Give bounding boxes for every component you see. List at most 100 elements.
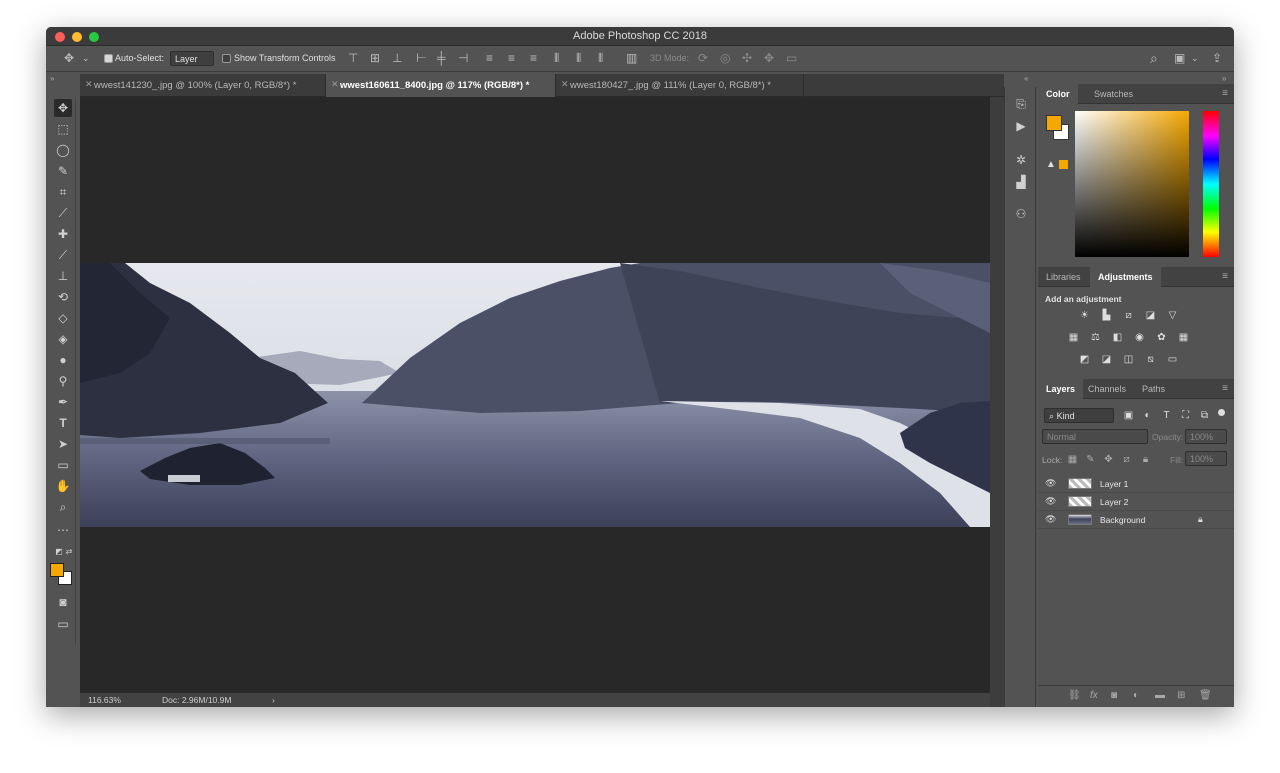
filter-type-icon[interactable]: T: [1160, 409, 1173, 422]
zoom-tool-icon[interactable]: ⌕: [54, 498, 72, 516]
new-group-icon[interactable]: ▬: [1155, 690, 1165, 701]
distribute-vertical-center-icon[interactable]: ≡: [508, 50, 515, 66]
link-layers-icon[interactable]: ⛓: [1068, 690, 1081, 701]
distribute-right-icon[interactable]: ⦀: [598, 50, 603, 66]
canvas-area[interactable]: [80, 97, 990, 694]
foreground-color-chip[interactable]: [1046, 115, 1062, 131]
brush-tool-icon[interactable]: ⟋: [54, 246, 72, 264]
lasso-tool-icon[interactable]: ◯: [54, 141, 72, 159]
gradient-map-icon[interactable]: ▭: [1166, 353, 1179, 366]
brightness-contrast-icon[interactable]: ☀: [1078, 309, 1091, 322]
lock-transparency-icon[interactable]: ▦: [1066, 453, 1079, 466]
blur-tool-icon[interactable]: ●: [54, 351, 72, 369]
more-tools-icon[interactable]: ⋯: [54, 521, 72, 539]
layers-panel-menu-icon[interactable]: ≡: [1222, 383, 1228, 394]
align-top-icon[interactable]: ⊤: [348, 50, 358, 66]
brushes-panel-icon[interactable]: ▟: [1012, 173, 1030, 191]
selective-color-icon[interactable]: ⧅: [1144, 353, 1157, 366]
collapse-panels-icon[interactable]: »: [1222, 74, 1226, 83]
align-right-icon[interactable]: ⊣: [458, 50, 468, 66]
layer-name[interactable]: Layer 1: [1100, 479, 1128, 489]
add-mask-icon[interactable]: ◙: [1111, 690, 1117, 701]
status-menu-arrow-icon[interactable]: ›: [272, 695, 275, 705]
visibility-eye-icon[interactable]: 👁︎: [1045, 496, 1056, 507]
distribute-bottom-icon[interactable]: ≡: [530, 50, 537, 66]
tab-libraries[interactable]: Libraries: [1038, 267, 1089, 287]
layer-filter-dropdown[interactable]: ⌕ Kind: [1044, 408, 1114, 423]
layer-row-layer-2[interactable]: 👁︎ Layer 2: [1038, 493, 1234, 511]
tab-wwest180427[interactable]: ✕ wwest180427_.jpg @ 111% (Layer 0, RGB/…: [556, 74, 804, 97]
type-tool-icon[interactable]: T: [54, 414, 72, 432]
eyedropper-tool-icon[interactable]: ⟋: [54, 204, 72, 222]
history-brush-tool-icon[interactable]: ⟲: [54, 288, 72, 306]
new-adjustment-layer-icon[interactable]: ◐: [1133, 690, 1139, 701]
curves-icon[interactable]: ⧄: [1122, 309, 1135, 322]
3d-slide-icon[interactable]: ✥: [764, 50, 774, 66]
marquee-tool-icon[interactable]: ⬚: [54, 120, 72, 138]
align-vertical-center-icon[interactable]: ⊞: [370, 50, 380, 66]
layer-style-icon[interactable]: fx: [1090, 690, 1098, 701]
crop-tool-icon[interactable]: ⌗: [54, 183, 72, 201]
document-size[interactable]: Doc: 2.96M/10.9M: [162, 695, 231, 705]
3d-scale-icon[interactable]: ▭: [786, 50, 797, 66]
share-icon[interactable]: ⇪: [1212, 50, 1222, 66]
3d-orbit-icon[interactable]: ⟳: [698, 50, 708, 66]
filter-shape-icon[interactable]: ⛶: [1179, 409, 1192, 422]
rectangle-tool-icon[interactable]: ▭: [54, 456, 72, 474]
healing-brush-tool-icon[interactable]: ✚: [54, 225, 72, 243]
tab-adjustments[interactable]: Adjustments: [1090, 267, 1161, 287]
posterize-icon[interactable]: ◪: [1100, 353, 1113, 366]
filter-pixel-icon[interactable]: ▣: [1122, 409, 1135, 422]
tab-wwest141230[interactable]: ✕ wwest141230_.jpg @ 100% (Layer 0, RGB/…: [80, 74, 326, 97]
invert-icon[interactable]: ◩: [1078, 353, 1091, 366]
foreground-color-swatch[interactable]: [50, 563, 64, 577]
layer-name[interactable]: Background: [1100, 515, 1145, 525]
filter-smart-object-icon[interactable]: ⧉: [1198, 409, 1211, 422]
hue-slider[interactable]: [1203, 111, 1219, 257]
out-of-gamut-warning-icon[interactable]: ▲: [1046, 159, 1056, 170]
new-layer-icon[interactable]: ⊞: [1177, 690, 1185, 701]
filter-adjustment-icon[interactable]: ◐: [1141, 409, 1154, 422]
workspace-icon[interactable]: ▣: [1174, 50, 1185, 66]
eraser-tool-icon[interactable]: ◇: [54, 309, 72, 327]
exposure-icon[interactable]: ◪: [1144, 309, 1157, 322]
workspace-chevron-icon[interactable]: ⌄: [1191, 50, 1199, 66]
distribute-horizontal-center-icon[interactable]: ⦀: [576, 50, 581, 66]
dodge-tool-icon[interactable]: ⚲: [54, 372, 72, 390]
collapse-toolbox-icon[interactable]: »: [50, 74, 54, 83]
hue-saturation-icon[interactable]: ▦: [1067, 331, 1080, 344]
levels-icon[interactable]: ▙: [1100, 309, 1113, 322]
document-image[interactable]: [80, 263, 990, 527]
search-icon[interactable]: ⌕: [1150, 50, 1158, 66]
blend-mode-dropdown[interactable]: Normal: [1042, 429, 1148, 444]
threshold-icon[interactable]: ◫: [1122, 353, 1135, 366]
distribute-left-icon[interactable]: ⦀: [554, 50, 559, 66]
delete-layer-icon[interactable]: 🗑︎: [1199, 690, 1212, 701]
color-lookup-icon[interactable]: ▦: [1177, 331, 1190, 344]
clone-stamp-tool-icon[interactable]: ⊥: [54, 267, 72, 285]
filter-toggle-icon[interactable]: [1218, 409, 1225, 416]
tab-layers[interactable]: Layers: [1038, 379, 1084, 399]
tab-color[interactable]: Color: [1038, 84, 1078, 104]
layer-row-background[interactable]: 👁︎ Background 🔒︎: [1038, 511, 1234, 529]
black-white-icon[interactable]: ◧: [1111, 331, 1124, 344]
fill-field[interactable]: 100%: [1185, 451, 1227, 466]
3d-roll-icon[interactable]: ◎: [720, 50, 730, 66]
lock-artboard-icon[interactable]: ⧄: [1120, 453, 1133, 466]
layer-name[interactable]: Layer 2: [1100, 497, 1128, 507]
history-panel-icon[interactable]: ⎘: [1012, 95, 1030, 113]
align-horizontal-center-icon[interactable]: ╪: [437, 50, 446, 66]
adjustments-panel-menu-icon[interactable]: ≡: [1222, 271, 1228, 282]
screen-mode-icon[interactable]: ▭: [54, 615, 72, 633]
auto-select-checkbox[interactable]: [104, 54, 113, 63]
auto-select-dropdown[interactable]: Layer: [170, 51, 214, 66]
paint-bucket-tool-icon[interactable]: ◈: [54, 330, 72, 348]
collapse-strip-icon[interactable]: «: [1024, 74, 1028, 83]
auto-align-layers-icon[interactable]: ▥: [626, 50, 637, 66]
photo-filter-icon[interactable]: ◉: [1133, 331, 1146, 344]
swap-colors-icon[interactable]: ⇄: [60, 543, 78, 561]
visibility-eye-icon[interactable]: 👁︎: [1045, 514, 1056, 525]
close-tab-icon[interactable]: ✕: [331, 79, 339, 90]
opacity-field[interactable]: 100%: [1185, 429, 1227, 444]
lock-all-icon[interactable]: 🔒︎: [1139, 453, 1152, 466]
